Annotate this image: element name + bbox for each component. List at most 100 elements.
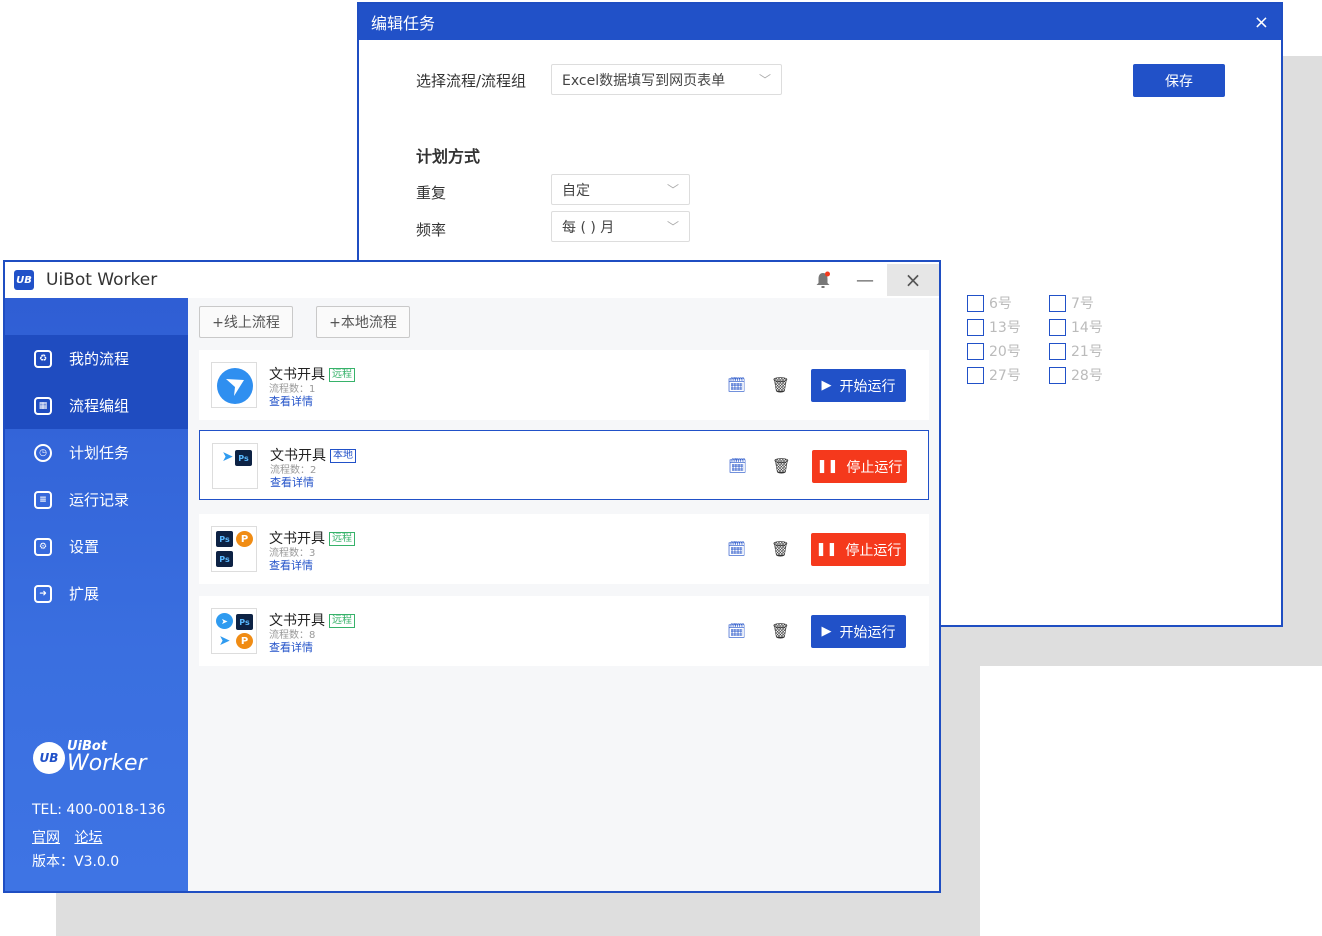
checkbox-box[interactable] (967, 366, 984, 384)
bird-icon: ➤ (221, 449, 234, 465)
dialog-title: 编辑任务 (371, 14, 436, 33)
add-online-process-button[interactable]: +线上流程 (199, 306, 293, 338)
view-details-link[interactable]: 查看详情 (269, 393, 313, 409)
app-logo-icon: UB (14, 270, 34, 290)
frequency-label: 频率 (416, 221, 447, 239)
recycle-icon: ♻ (34, 349, 52, 368)
process-thumbnail (211, 362, 257, 408)
pause-icon: ❚❚ (816, 459, 839, 474)
links-row: 官网 论坛 (32, 827, 112, 847)
official-site-link[interactable]: 官网 (32, 830, 60, 846)
photoshop-icon: Ps (235, 450, 252, 466)
chevron-down-icon: ﹀ (758, 73, 771, 87)
local-tag: 本地 (330, 449, 356, 463)
forum-link[interactable]: 论坛 (74, 830, 102, 846)
checkbox-box[interactable] (967, 318, 984, 336)
checkbox-box[interactable] (1049, 366, 1066, 384)
play-icon: ▶ (821, 378, 832, 393)
day-checkbox[interactable]: 6号 (967, 293, 1012, 313)
schedule-icon[interactable]: 🗓 (727, 622, 746, 640)
sidebar-item-my-process[interactable]: ♻ 我的流程 (5, 335, 188, 382)
photoshop-icon: Ps (236, 614, 253, 630)
sidebar-item-label: 运行记录 (69, 491, 130, 509)
view-details-link[interactable]: 查看详情 (269, 557, 313, 573)
view-details-link[interactable]: 查看详情 (270, 474, 314, 490)
checkbox-box[interactable] (1049, 318, 1066, 336)
save-button[interactable]: 保存 (1133, 64, 1225, 97)
delete-icon[interactable]: 🗑 (771, 540, 790, 558)
backdrop-bottom (56, 893, 980, 936)
day-label: 6号 (989, 296, 1012, 312)
sidebar-item-label: 我的流程 (69, 350, 130, 368)
main-content: +线上流程 +本地流程 文书开具 远程 流程数：1 查看详情 🗓 🗑 ▶ 开始运行 … (188, 298, 939, 891)
stop-run-button[interactable]: ❚❚ 停止运行 (812, 450, 907, 483)
brand-logo: UB UiBot Worker (33, 740, 147, 775)
delete-icon[interactable]: 🗑 (771, 376, 790, 394)
clock-icon: ◷ (34, 443, 52, 462)
day-checkbox[interactable]: 13号 (967, 317, 1021, 337)
sidebar-item-label: 设置 (69, 538, 100, 556)
sidebar-item-extension[interactable]: ➜ 扩展 (5, 570, 188, 617)
brand-logo-icon: UB (33, 741, 65, 774)
remote-tag: 远程 (329, 614, 355, 628)
stop-run-button[interactable]: ❚❚ 停止运行 (811, 533, 906, 566)
process-card[interactable]: ➤ Ps ➤ P 文书开具 远程 流程数：8 查看详情 🗓 🗑 ▶ 开始运行 (199, 596, 929, 666)
window-controls: — × (803, 262, 939, 298)
sidebar-item-scheduled-tasks[interactable]: ◷ 计划任务 (5, 429, 188, 476)
frequency-dropdown[interactable]: 每 ( ) 月 ﹀ (551, 211, 690, 242)
settings-icon: ⚙ (34, 537, 52, 556)
day-label: 14号 (1071, 320, 1103, 336)
checkbox-box[interactable] (1049, 342, 1066, 360)
chevron-down-icon: ﹀ (666, 183, 679, 197)
delete-icon[interactable]: 🗑 (771, 622, 790, 640)
sidebar-item-run-records[interactable]: ≡ 运行记录 (5, 476, 188, 523)
checkbox-box[interactable] (1049, 294, 1066, 312)
photoshop-icon: Ps (216, 531, 233, 547)
select-process-dropdown[interactable]: Excel数据填写到网页表单 ﹀ (551, 64, 782, 95)
window-titlebar: UB UiBot Worker — × (5, 262, 939, 298)
frequency-value: 每 ( ) 月 (562, 219, 615, 236)
day-checkbox[interactable]: 28号 (1049, 365, 1103, 385)
photoshop-icon: Ps (216, 551, 233, 567)
repeat-dropdown[interactable]: 自定 ﹀ (551, 174, 690, 205)
sidebar-item-process-group[interactable]: ▦ 流程编组 (5, 382, 188, 429)
day-checkbox[interactable]: 20号 (967, 341, 1021, 361)
p-app-icon: P (236, 531, 253, 547)
sidebar-item-label: 扩展 (69, 585, 100, 603)
notification-bell-icon[interactable] (803, 271, 843, 289)
play-icon: ▶ (821, 624, 832, 639)
day-label: 27号 (989, 368, 1021, 384)
process-thumbnail: Ps P Ps (211, 526, 257, 572)
view-details-link[interactable]: 查看详情 (269, 639, 313, 655)
day-label: 13号 (989, 320, 1021, 336)
delete-icon[interactable]: 🗑 (772, 457, 791, 475)
schedule-icon[interactable]: 🗓 (728, 457, 747, 475)
start-run-button[interactable]: ▶ 开始运行 (811, 615, 906, 648)
backdrop-mid (941, 627, 1322, 666)
process-card[interactable]: Ps P Ps 文书开具 远程 流程数：3 查看详情 🗓 🗑 ❚❚ 停止运行 (199, 514, 929, 584)
feishu-logo-icon (217, 368, 253, 404)
checkbox-box[interactable] (967, 342, 984, 360)
dialog-close-icon[interactable]: × (1254, 12, 1269, 33)
sidebar-item-settings[interactable]: ⚙ 设置 (5, 523, 188, 570)
schedule-icon[interactable]: 🗓 (727, 376, 746, 394)
close-button[interactable]: × (887, 264, 939, 296)
schedule-icon[interactable]: 🗓 (727, 540, 746, 558)
day-checkbox[interactable]: 7号 (1049, 293, 1094, 313)
day-label: 20号 (989, 344, 1021, 360)
minimize-button[interactable]: — (843, 270, 887, 291)
repeat-label: 重复 (416, 184, 447, 202)
feishu-logo-icon: ➤ (216, 613, 233, 629)
start-run-button[interactable]: ▶ 开始运行 (811, 369, 906, 402)
add-local-process-button[interactable]: +本地流程 (316, 306, 410, 338)
sidebar: ♻ 我的流程 ▦ 流程编组 ◷ 计划任务 ≡ 运行记录 ⚙ 设置 ➜ 扩展 UB… (5, 298, 188, 891)
brand-wordmark: UiBot Worker (67, 740, 147, 775)
process-card[interactable]: 文书开具 远程 流程数：1 查看详情 🗓 🗑 ▶ 开始运行 (199, 350, 929, 420)
day-label: 21号 (1071, 344, 1103, 360)
day-checkbox[interactable]: 27号 (967, 365, 1021, 385)
day-checkbox[interactable]: 14号 (1049, 317, 1103, 337)
checkbox-box[interactable] (967, 294, 984, 312)
select-process-value: Excel数据填写到网页表单 (562, 72, 726, 89)
process-card[interactable]: ➤ Ps 文书开具 本地 流程数：2 查看详情 🗓 🗑 ❚❚ 停止运行 (199, 430, 929, 500)
day-checkbox[interactable]: 21号 (1049, 341, 1103, 361)
